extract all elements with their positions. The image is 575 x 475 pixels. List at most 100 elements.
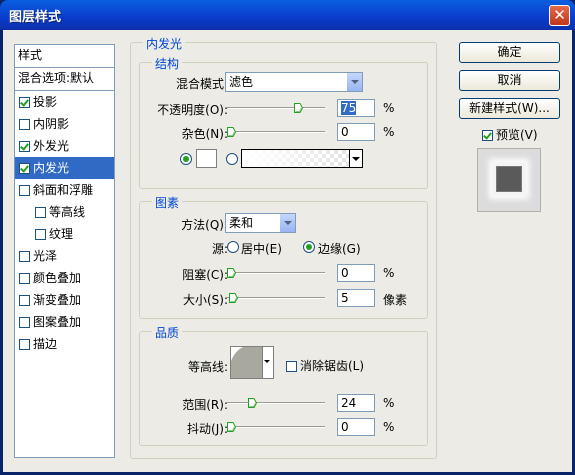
quality-group: 品质 等高线: 消除锯齿(L) 范围(R): 24 % 抖动(J): 0 % bbox=[139, 324, 428, 446]
window-title: 图层样式 bbox=[9, 10, 62, 25]
style-list-header[interactable]: 样式 bbox=[15, 45, 114, 68]
technique-label: 方法(Q): bbox=[181, 218, 228, 232]
source-center-radio[interactable] bbox=[227, 241, 239, 253]
style-list-item-label: 外发光 bbox=[33, 139, 70, 153]
chevron-down-icon[interactable] bbox=[346, 73, 362, 91]
range-slider[interactable] bbox=[227, 398, 325, 408]
style-list-item[interactable]: 内发光 bbox=[15, 157, 114, 179]
size-slider-thumb[interactable] bbox=[229, 293, 238, 303]
gradient-radio[interactable] bbox=[226, 153, 238, 165]
cancel-button[interactable]: 取消 bbox=[459, 70, 560, 91]
range-label: 范围(R): bbox=[182, 398, 228, 412]
size-input[interactable]: 5 bbox=[337, 289, 375, 307]
style-list-item[interactable]: 光泽 bbox=[15, 245, 114, 267]
noise-percent: % bbox=[383, 125, 395, 139]
choke-slider-track bbox=[227, 272, 325, 274]
jitter-percent: % bbox=[383, 420, 395, 434]
style-checkbox[interactable] bbox=[19, 295, 30, 306]
style-checkbox[interactable] bbox=[19, 251, 30, 262]
style-list-item-label: 颜色叠加 bbox=[33, 271, 82, 285]
blend-mode-select[interactable]: 滤色 bbox=[225, 72, 363, 92]
title-bar[interactable]: 图层样式 ✕ bbox=[0, 0, 575, 30]
structure-group: 结构 混合模式: 滤色 不透明度(O): 75 % 杂色(N): 0 % bbox=[139, 55, 428, 189]
chevron-down-icon[interactable] bbox=[279, 214, 295, 232]
antialias-row[interactable]: 消除锯齿(L) bbox=[286, 357, 364, 374]
style-checkbox[interactable] bbox=[19, 339, 30, 350]
dialog-client-area: 样式 混合选项:默认 投影内阴影外发光内发光斜面和浮雕等高线纹理光泽颜色叠加渐变… bbox=[3, 30, 572, 472]
style-list-item[interactable]: 图案叠加 bbox=[15, 311, 114, 333]
new-style-button[interactable]: 新建样式(W)... bbox=[459, 98, 560, 119]
style-list-item-label: 斜面和浮雕 bbox=[33, 183, 94, 197]
blend-mode-value: 滤色 bbox=[229, 75, 254, 89]
gradient-dropdown-chevron-icon[interactable] bbox=[349, 150, 362, 167]
style-list-item[interactable]: 投影 bbox=[15, 91, 114, 113]
range-input[interactable]: 24 bbox=[337, 394, 375, 412]
range-percent: % bbox=[383, 396, 395, 410]
opacity-slider-thumb[interactable] bbox=[294, 103, 303, 113]
elements-title: 图素 bbox=[152, 194, 183, 211]
antialias-checkbox[interactable] bbox=[286, 361, 297, 372]
style-list-item-label: 等高线 bbox=[49, 205, 86, 219]
style-checkbox[interactable] bbox=[35, 229, 46, 240]
jitter-input[interactable]: 0 bbox=[337, 418, 375, 436]
jitter-slider-thumb[interactable] bbox=[227, 422, 236, 432]
quality-title: 品质 bbox=[152, 324, 183, 341]
elements-group: 图素 方法(Q): 柔和 源: 居中(E) 边缘(G) 阻塞(C): 0 % 大… bbox=[139, 194, 428, 319]
style-list-item[interactable]: 描边 bbox=[15, 333, 114, 355]
style-list-item[interactable]: 斜面和浮雕 bbox=[15, 179, 114, 201]
style-list-item[interactable]: 等高线 bbox=[15, 201, 114, 223]
glow-color-swatch[interactable] bbox=[196, 149, 217, 168]
style-list-item-label: 内阴影 bbox=[33, 117, 70, 131]
style-list-item[interactable]: 内阴影 bbox=[15, 113, 114, 135]
style-list-item-label: 纹理 bbox=[49, 227, 74, 241]
style-checkbox[interactable] bbox=[19, 119, 30, 130]
color-radio[interactable] bbox=[180, 153, 192, 165]
noise-slider-track bbox=[227, 131, 325, 133]
range-slider-thumb[interactable] bbox=[248, 398, 257, 408]
style-checkbox[interactable] bbox=[19, 141, 30, 152]
choke-input[interactable]: 0 bbox=[337, 264, 375, 282]
source-center-label[interactable]: 居中(E) bbox=[241, 240, 282, 257]
style-list-item-label: 图案叠加 bbox=[33, 315, 82, 329]
opacity-value: 75 bbox=[341, 101, 357, 115]
style-list-item[interactable]: 渐变叠加 bbox=[15, 289, 114, 311]
style-checkbox[interactable] bbox=[19, 97, 30, 108]
inner-glow-group: 内发光 结构 混合模式: 滤色 不透明度(O): 75 % 杂色(N): 0 %… bbox=[130, 35, 437, 459]
opacity-slider-track bbox=[227, 107, 325, 109]
noise-slider-thumb[interactable] bbox=[227, 127, 236, 137]
noise-slider[interactable] bbox=[227, 127, 325, 137]
antialias-label: 消除锯齿(L) bbox=[300, 359, 365, 373]
contour-label: 等高线: bbox=[187, 360, 228, 374]
style-list-item[interactable]: 外发光 bbox=[15, 135, 114, 157]
noise-input[interactable]: 0 bbox=[337, 123, 375, 141]
technique-select[interactable]: 柔和 bbox=[225, 213, 296, 233]
preview-label: 预览(V) bbox=[496, 128, 538, 142]
style-list-item[interactable]: 纹理 bbox=[15, 223, 114, 245]
jitter-slider[interactable] bbox=[227, 422, 325, 432]
blend-options-item[interactable]: 混合选项:默认 bbox=[15, 68, 114, 91]
preview-checkbox[interactable] bbox=[482, 130, 493, 141]
opacity-slider[interactable] bbox=[227, 103, 325, 113]
choke-slider-thumb[interactable] bbox=[227, 268, 236, 278]
close-button[interactable]: ✕ bbox=[549, 5, 570, 26]
jitter-label: 抖动(J): bbox=[187, 422, 228, 436]
source-edge-radio[interactable] bbox=[303, 241, 315, 253]
source-edge-label[interactable]: 边缘(G) bbox=[318, 240, 361, 257]
opacity-input[interactable]: 75 bbox=[337, 99, 375, 117]
preview-checkbox-row[interactable]: 预览(V) bbox=[482, 126, 538, 143]
contour-dropdown-chevron-icon[interactable] bbox=[262, 347, 273, 378]
ok-button[interactable]: 确定 bbox=[459, 42, 560, 63]
structure-title: 结构 bbox=[152, 55, 183, 72]
style-checkbox[interactable] bbox=[19, 163, 30, 174]
style-checkbox[interactable] bbox=[19, 185, 30, 196]
contour-picker[interactable] bbox=[230, 346, 274, 379]
style-list-item[interactable]: 颜色叠加 bbox=[15, 267, 114, 289]
gradient-picker[interactable] bbox=[241, 149, 363, 168]
style-checkbox[interactable] bbox=[19, 317, 30, 328]
style-checkbox[interactable] bbox=[19, 273, 30, 284]
choke-slider[interactable] bbox=[227, 268, 325, 278]
contour-curve-icon bbox=[231, 347, 263, 378]
size-slider[interactable] bbox=[227, 293, 325, 303]
style-checkbox[interactable] bbox=[35, 207, 46, 218]
style-list-item-label: 投影 bbox=[33, 95, 58, 109]
